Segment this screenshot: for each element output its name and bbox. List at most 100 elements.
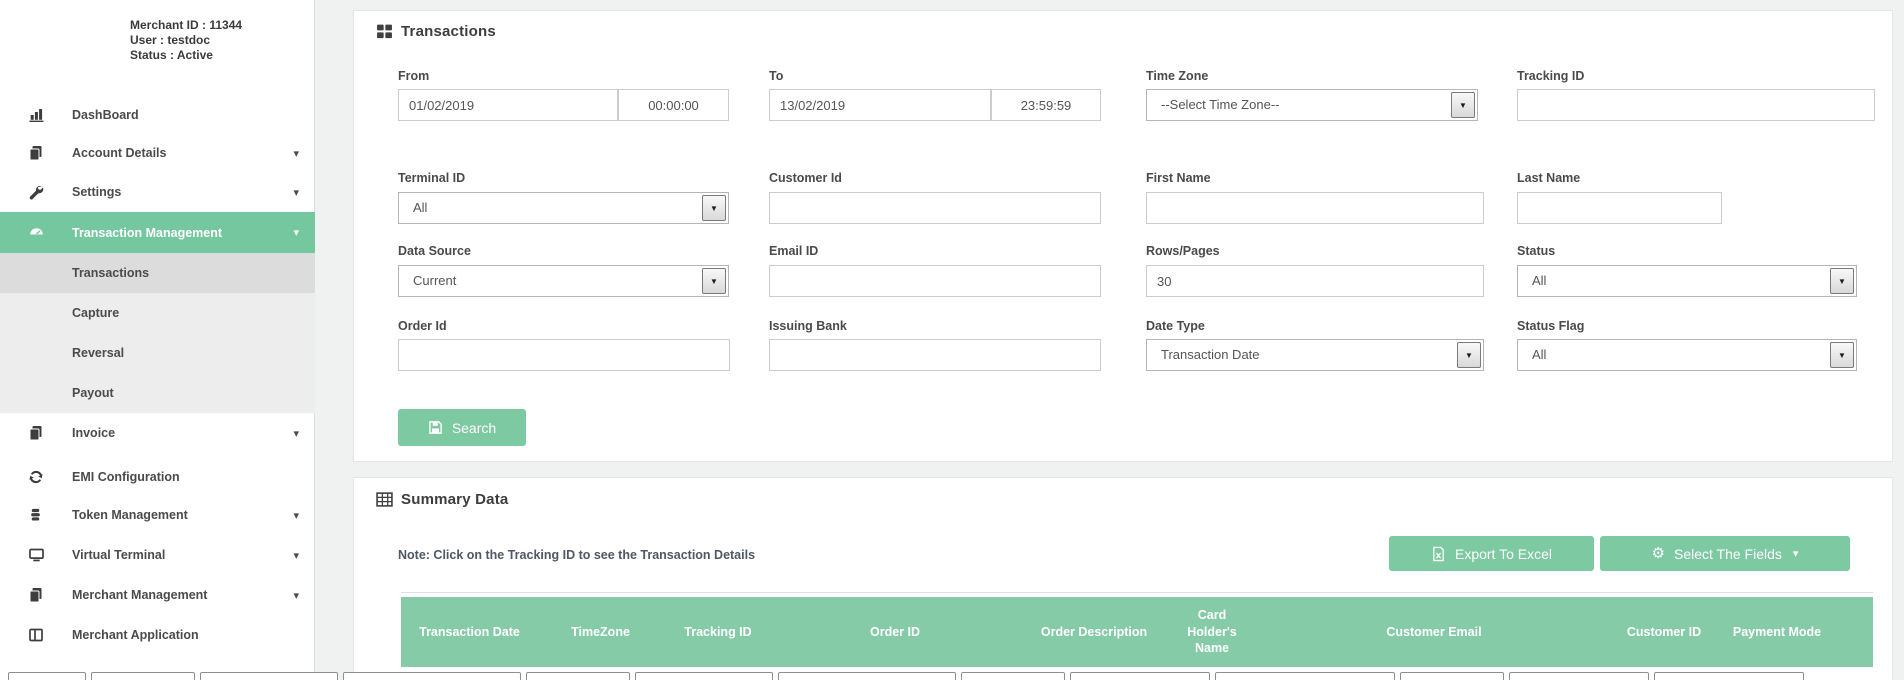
terminal-id-select[interactable]: All ▼	[398, 192, 729, 224]
select-the-fields-button[interactable]: ⚙ Select The Fields ▾	[1600, 536, 1850, 571]
copy-icon	[28, 587, 50, 603]
sidebar-item-emi-configuration[interactable]: EMI Configuration	[0, 462, 315, 492]
column-header-timezone: TimeZone	[538, 597, 663, 667]
submenu-item-label: Payout	[72, 386, 114, 400]
rows-pages-label: Rows/Pages	[1146, 244, 1220, 258]
email-id-input[interactable]	[769, 265, 1101, 297]
column-header-order-description: Order Description	[1017, 597, 1171, 667]
submenu-item-reversal[interactable]: Reversal	[0, 333, 315, 373]
th-large-icon	[376, 23, 393, 40]
sidebar-item-label: DashBoard	[72, 108, 139, 122]
tracking-id-label: Tracking ID	[1517, 69, 1584, 83]
date-type-select[interactable]: Transaction Date ▼	[1146, 339, 1484, 371]
dropdown-arrow-icon: ▼	[702, 268, 726, 294]
table-filter-input[interactable]	[8, 672, 86, 680]
table-filter-row	[8, 672, 1892, 680]
page-title: Transactions	[401, 23, 496, 40]
table-filter-input[interactable]	[1400, 672, 1504, 680]
order-id-label: Order Id	[398, 319, 447, 333]
column-header-order-id: Order ID	[773, 597, 1017, 667]
table-filter-input[interactable]	[1654, 672, 1804, 680]
first-name-input[interactable]	[1146, 192, 1484, 224]
copy-icon	[28, 425, 50, 441]
sidebar-item-label: Merchant Management	[72, 588, 207, 602]
copy-icon	[28, 145, 50, 161]
customer-id-input[interactable]	[769, 192, 1101, 224]
submenu-item-transactions[interactable]: Transactions	[0, 253, 315, 293]
first-name-label: First Name	[1146, 171, 1211, 185]
status-flag-select[interactable]: All ▼	[1517, 339, 1857, 371]
sidebar-item-dashboard[interactable]: DashBoard	[0, 100, 315, 130]
sidebar-item-invoice[interactable]: Invoice ▾	[0, 418, 315, 448]
table-filter-input[interactable]	[778, 672, 956, 680]
dropdown-arrow-icon: ▼	[1830, 268, 1854, 294]
caret-down-icon: ▾	[293, 186, 299, 199]
terminal-id-selected-value: All	[413, 193, 427, 223]
table-filter-input[interactable]	[1509, 672, 1649, 680]
monitor-icon	[28, 547, 50, 563]
submenu-item-capture[interactable]: Capture	[0, 293, 315, 333]
to-time-input[interactable]	[991, 89, 1101, 121]
search-button-label: Search	[452, 420, 496, 436]
table-filter-input[interactable]	[1215, 672, 1395, 680]
table-filter-input[interactable]	[1070, 672, 1210, 680]
tracking-id-input[interactable]	[1517, 89, 1875, 121]
table-filter-input[interactable]	[635, 672, 773, 680]
last-name-label: Last Name	[1517, 171, 1580, 185]
status-select[interactable]: All ▼	[1517, 265, 1857, 297]
bar-chart-icon	[28, 107, 50, 123]
table-filter-input[interactable]	[526, 672, 630, 680]
submenu-item-payout[interactable]: Payout	[0, 373, 315, 413]
sidebar-item-merchant-application[interactable]: Merchant Application	[0, 620, 315, 650]
sidebar-item-token-management[interactable]: Token Management ▾	[0, 500, 315, 530]
stack-icon	[28, 507, 50, 523]
column-header-customer-email: Customer Email	[1253, 597, 1615, 667]
export-to-excel-button[interactable]: Export To Excel	[1389, 536, 1594, 571]
column-header-tracking-id: Tracking ID	[663, 597, 773, 667]
sidebar-item-label: EMI Configuration	[72, 470, 180, 484]
save-icon	[428, 420, 443, 435]
sidebar-item-label: Transaction Management	[72, 226, 222, 240]
sidebar-item-settings[interactable]: Settings ▾	[0, 177, 315, 207]
email-id-label: Email ID	[769, 244, 818, 258]
sidebar-item-label: Settings	[72, 185, 121, 199]
submenu-item-label: Transactions	[72, 266, 149, 280]
note-text: Note: Click on the Tracking ID to see th…	[398, 548, 755, 562]
sidebar-item-account-details[interactable]: Account Details ▾	[0, 138, 315, 168]
excel-file-icon	[1431, 546, 1446, 562]
order-id-input[interactable]	[398, 339, 730, 371]
rows-pages-input[interactable]	[1146, 265, 1484, 297]
time-zone-select[interactable]: --Select Time Zone-- ▼	[1146, 89, 1478, 121]
terminal-id-label: Terminal ID	[398, 171, 465, 185]
search-button[interactable]: Search	[398, 409, 526, 446]
column-header-payment-mode: Payment Mode	[1713, 597, 1841, 667]
to-label: To	[769, 69, 783, 83]
column-header-clipped: Pa B	[1841, 597, 1873, 667]
caret-down-icon: ▾	[1793, 547, 1799, 560]
merchant-info: Merchant ID : 11344 User : testdoc Statu…	[130, 18, 242, 63]
table-filter-input[interactable]	[961, 672, 1065, 680]
last-name-input[interactable]	[1517, 192, 1722, 224]
date-type-selected-value: Transaction Date	[1161, 340, 1260, 370]
from-time-input[interactable]	[618, 89, 729, 121]
sidebar-item-transaction-management[interactable]: Transaction Management ▾	[0, 212, 315, 253]
from-date-input[interactable]	[398, 89, 618, 121]
table-filter-input[interactable]	[343, 672, 521, 680]
sidebar-item-virtual-terminal[interactable]: Virtual Terminal ▾	[0, 540, 315, 570]
issuing-bank-input[interactable]	[769, 339, 1101, 371]
summary-table: Transaction Date TimeZone Tracking ID Or…	[401, 592, 1873, 676]
table-filter-input[interactable]	[91, 672, 195, 680]
sidebar: Merchant ID : 11344 User : testdoc Statu…	[0, 0, 315, 680]
sidebar-item-merchant-management[interactable]: Merchant Management ▾	[0, 580, 315, 610]
sidebar-item-label: Invoice	[72, 426, 115, 440]
data-source-select[interactable]: Current ▼	[398, 265, 729, 297]
issuing-bank-label: Issuing Bank	[769, 319, 847, 333]
table-filter-input[interactable]	[200, 672, 338, 680]
status-label: Status	[1517, 244, 1555, 258]
submenu-item-label: Capture	[72, 306, 119, 320]
caret-down-icon: ▾	[293, 509, 299, 522]
to-date-input[interactable]	[769, 89, 991, 121]
from-label: From	[398, 69, 429, 83]
summary-table-header-row: Transaction Date TimeZone Tracking ID Or…	[401, 597, 1873, 667]
merchant-status-text: Status : Active	[130, 48, 242, 63]
